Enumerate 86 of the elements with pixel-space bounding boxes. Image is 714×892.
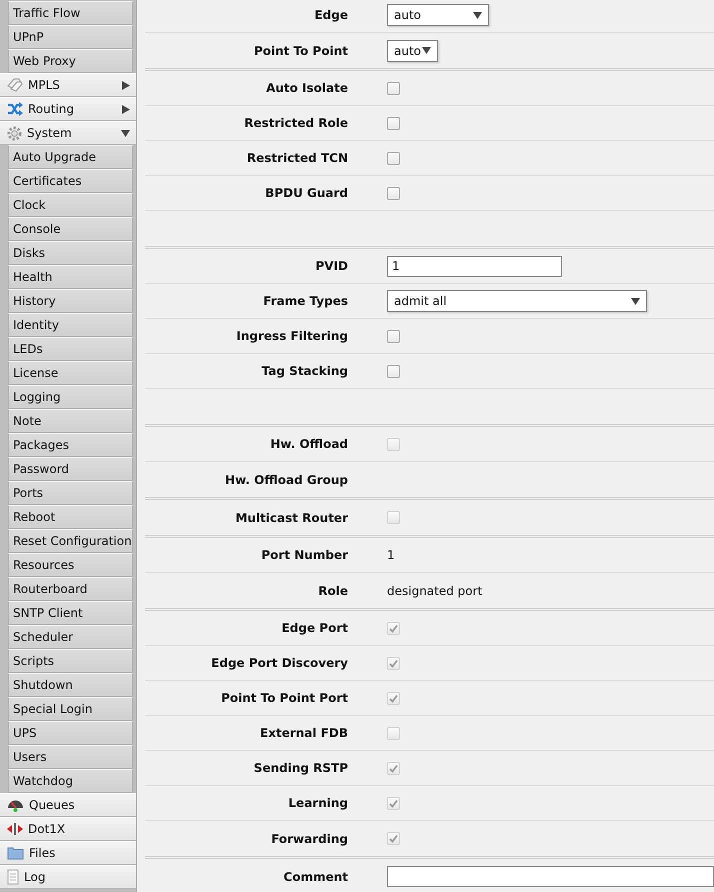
checkbox[interactable] bbox=[387, 186, 400, 200]
field-label: Edge Port bbox=[280, 621, 348, 635]
field-label: Forwarding bbox=[270, 832, 348, 846]
field-label: Edge Port Discovery bbox=[210, 656, 348, 670]
menu-item[interactable]: SNTP Client bbox=[8, 601, 133, 625]
caret-down-icon bbox=[121, 128, 130, 138]
menu-item[interactable]: UPS bbox=[8, 721, 133, 745]
checkbox[interactable] bbox=[387, 116, 400, 130]
tag-icon bbox=[7, 78, 23, 92]
field-label: Point To Point Port bbox=[220, 691, 348, 705]
field-label: Point To Point bbox=[252, 44, 348, 58]
caret-right-icon bbox=[121, 104, 130, 114]
menu-item[interactable]: MPLS bbox=[0, 73, 136, 97]
document-icon bbox=[7, 869, 19, 885]
menu-item[interactable]: Queues bbox=[0, 793, 136, 817]
menu-item[interactable]: Reset Configuration bbox=[8, 529, 133, 553]
field-label: Port Number bbox=[260, 548, 348, 562]
menu-item[interactable]: Console bbox=[8, 217, 133, 241]
menu-item[interactable]: License bbox=[8, 361, 133, 385]
input-field[interactable] bbox=[387, 866, 714, 887]
menu-item[interactable]: Files bbox=[0, 841, 136, 865]
caret-down-icon bbox=[473, 10, 482, 20]
folder-icon bbox=[7, 846, 24, 860]
dropdown[interactable]: auto bbox=[387, 4, 489, 26]
field-label: Edge bbox=[313, 8, 348, 22]
field-label: Auto Isolate bbox=[265, 81, 348, 95]
menu-item[interactable]: Traffic Flow bbox=[8, 1, 133, 25]
gauge-icon bbox=[7, 798, 24, 812]
field-label: Restricted TCN bbox=[246, 151, 348, 165]
menu-item[interactable]: Shutdown bbox=[8, 673, 133, 697]
menu-item[interactable]: Scheduler bbox=[8, 625, 133, 649]
menu-item[interactable]: Resources bbox=[8, 553, 133, 577]
field-value: designated port bbox=[387, 584, 482, 598]
split-arrows-icon bbox=[7, 823, 23, 835]
caret-right-icon bbox=[121, 80, 130, 90]
menu-item[interactable]: Password bbox=[8, 457, 133, 481]
menu-item[interactable]: Identity bbox=[8, 313, 133, 337]
field-label: Restricted Role bbox=[243, 116, 348, 130]
field-label: Frame Types bbox=[262, 294, 348, 308]
field-label: Multicast Router bbox=[234, 510, 348, 524]
caret-down-icon bbox=[422, 46, 431, 55]
field-label: Hw. Offload Group bbox=[224, 472, 348, 486]
field-label: Hw. Offload bbox=[269, 437, 348, 451]
menu-item[interactable]: Disks bbox=[8, 241, 133, 265]
menu-item[interactable]: LEDs bbox=[8, 337, 133, 361]
menu-item[interactable]: Packages bbox=[8, 433, 133, 457]
field-label: PVID bbox=[314, 259, 348, 273]
menu-item[interactable]: Certificates bbox=[8, 169, 133, 193]
menu-item[interactable]: Clock bbox=[8, 193, 133, 217]
checkbox[interactable] bbox=[387, 152, 400, 164]
dropdown[interactable]: admit all bbox=[387, 290, 647, 312]
field-value: 1 bbox=[387, 548, 395, 562]
menu-item[interactable]: Health bbox=[8, 265, 133, 289]
menu-item[interactable]: Watchdog bbox=[8, 769, 133, 793]
menu-item[interactable]: Users bbox=[8, 745, 133, 769]
menu-item[interactable]: System bbox=[0, 121, 136, 145]
caret-down-icon bbox=[631, 296, 640, 306]
field-label: Comment bbox=[282, 870, 348, 884]
menu-item[interactable]: Ports bbox=[8, 481, 133, 505]
menu-item[interactable]: Routerboard bbox=[8, 577, 133, 601]
menu-item[interactable]: Log bbox=[0, 865, 136, 889]
checkbox[interactable] bbox=[387, 330, 400, 342]
menu-item[interactable]: Dot1X bbox=[0, 817, 136, 841]
shuffle-arrows-icon bbox=[7, 102, 23, 116]
menu-item[interactable]: Reboot bbox=[8, 505, 133, 529]
field-label: BPDU Guard bbox=[264, 186, 348, 200]
menu-item[interactable]: Auto Upgrade bbox=[8, 145, 133, 169]
menu-item[interactable]: History bbox=[8, 289, 133, 313]
menu-item[interactable]: Routing bbox=[0, 97, 136, 121]
field-label: Ingress Filtering bbox=[235, 329, 348, 343]
field-label: Role bbox=[317, 584, 348, 598]
menu-item[interactable]: UPnP bbox=[8, 25, 133, 49]
gear-icon bbox=[7, 126, 22, 140]
field-label: Sending RSTP bbox=[252, 761, 348, 775]
input-field[interactable]: 1 bbox=[387, 256, 562, 276]
checkbox[interactable] bbox=[387, 82, 400, 94]
menu-item[interactable]: Note bbox=[8, 409, 133, 433]
menu-item[interactable]: Web Proxy bbox=[8, 49, 133, 73]
menu-item[interactable]: Scripts bbox=[8, 649, 133, 673]
dropdown[interactable]: auto bbox=[387, 40, 438, 62]
menu-item[interactable]: Logging bbox=[8, 385, 133, 409]
checkbox[interactable] bbox=[387, 364, 400, 378]
field-label: Tag Stacking bbox=[260, 364, 348, 378]
field-label: External FDB bbox=[259, 726, 348, 740]
menu-item[interactable]: Special Login bbox=[8, 697, 133, 721]
field-label: Learning bbox=[287, 796, 348, 810]
